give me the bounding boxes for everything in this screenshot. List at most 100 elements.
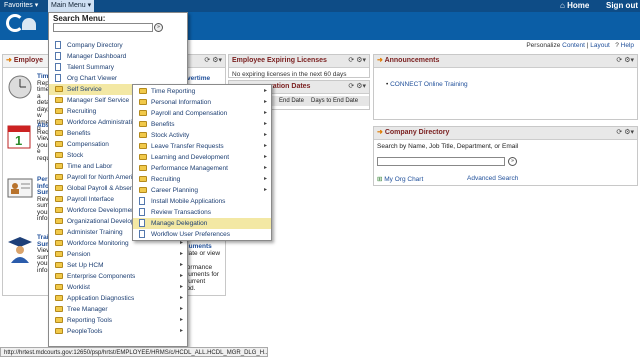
menu-search-input[interactable] (53, 23, 153, 32)
overtime-title[interactable]: vertime (187, 75, 210, 82)
menu-item-label: Set Up HCM (67, 262, 104, 269)
chevron-right-icon: ▸ (264, 99, 268, 105)
menu-item[interactable]: Career Planning ▸ (133, 185, 271, 196)
folder-icon (139, 143, 147, 149)
menu-item[interactable]: Performance Management ▸ (133, 163, 271, 174)
self-service-submenu: Time Reporting ▸ Personal Information ▸ Payr… (132, 84, 272, 241)
menu-item[interactable]: Worklist ▸ (49, 282, 187, 293)
menu-item[interactable]: PeopleTools ▸ (49, 326, 187, 337)
registration-table-header: End Date Days to End Date (269, 96, 369, 106)
chevron-right-icon: ▸ (264, 154, 268, 160)
menu-item[interactable]: Personal Information ▸ (133, 97, 271, 108)
documents-line: formance (185, 264, 213, 271)
employee-pagelet: ➜ Employe Time Repo time a detail day, w… (2, 54, 55, 296)
menu-item[interactable]: Set Up HCM ▸ (49, 260, 187, 271)
menu-item-label: Review Transactions (151, 209, 211, 216)
chevron-right-icon: ▸ (180, 306, 184, 312)
menu-item-label: Personal Information (151, 99, 211, 106)
sign-out-link[interactable]: Sign out (606, 1, 638, 10)
menu-item[interactable]: Recruiting ▸ (133, 174, 271, 185)
menu-item[interactable]: Application Diagnostics ▸ (49, 293, 187, 304)
menu-item[interactable]: Learning and Development ▸ (133, 152, 271, 163)
folder-icon (55, 317, 63, 323)
personalize-layout-link[interactable]: Layout (590, 42, 610, 49)
main-menu-label: Main Menu (51, 2, 86, 9)
advanced-search-link[interactable]: Advanced Search (467, 175, 518, 182)
document-icon (55, 41, 61, 49)
announcement-item[interactable]: • CONNECT Online Training (386, 81, 468, 88)
help-icon: ? (615, 42, 619, 49)
menu-item-label: Company Directory (67, 42, 123, 49)
menu-item[interactable]: Talent Summary (49, 62, 187, 73)
folder-icon (55, 207, 63, 213)
documents-line: iod. (185, 285, 196, 292)
menu-item[interactable]: Tree Manager ▸ (49, 304, 187, 315)
separator: | (586, 42, 589, 49)
menu-item[interactable]: Payroll and Compensation ▸ (133, 108, 271, 119)
pagelet-options-icon[interactable]: ⟳ ⚙▾ (616, 127, 634, 139)
folder-icon (139, 121, 147, 127)
home-link[interactable]: ⌂ Home (560, 1, 589, 10)
directory-search-button[interactable]: » (508, 157, 517, 166)
announcements-pagelet: ➜ Announcements ⟳ ⚙▾ • CONNECT Online Tr… (373, 54, 638, 120)
menu-item[interactable]: Benefits ▸ (133, 119, 271, 130)
documents-line: current (185, 278, 206, 285)
menu-item[interactable]: Install Mobile Applications (133, 196, 271, 207)
directory-title: Company Directory (384, 129, 450, 136)
document-icon (139, 197, 145, 205)
document-icon (55, 63, 61, 71)
favorites-label: Favorites (4, 2, 33, 9)
menu-item[interactable]: Manage Delegation (133, 218, 271, 229)
menu-item-label: Recruiting (67, 108, 97, 115)
folder-icon (55, 229, 63, 235)
menu-item-label: Workforce Monitoring (67, 240, 129, 247)
personalize-content-link[interactable]: Content (562, 42, 585, 49)
menu-search-button[interactable]: » (154, 23, 163, 32)
menu-item[interactable]: Stock Activity ▸ (133, 130, 271, 141)
help-link[interactable]: Help (621, 42, 634, 49)
pagelet-options-icon[interactable]: ⟳ ⚙▾ (616, 55, 634, 67)
menu-item[interactable]: Review Transactions (133, 207, 271, 218)
menu-item[interactable]: Leave Transfer Requests ▸ (133, 141, 271, 152)
folder-icon (55, 284, 63, 290)
document-icon (139, 230, 145, 238)
menu-item[interactable]: Reporting Tools ▸ (49, 315, 187, 326)
pagelet-options-icon[interactable]: ⟳ ⚙▾ (348, 81, 366, 93)
chevron-right-icon: ▸ (264, 132, 268, 138)
menu-item-label: Install Mobile Applications (151, 198, 226, 205)
menu-item[interactable]: Time Reporting ▸ (133, 86, 271, 97)
document-icon (139, 208, 145, 216)
menu-item[interactable]: Workflow User Preferences (133, 229, 271, 240)
folder-icon (139, 88, 147, 94)
folder-icon (139, 99, 147, 105)
graduate-icon (7, 235, 33, 263)
folder-icon (139, 176, 147, 182)
menu-item[interactable]: Org Chart Viewer (49, 73, 187, 84)
time-icon (7, 74, 33, 100)
licenses-pagelet-title: Employee Expiring Licenses (232, 57, 327, 64)
main-menu[interactable]: Main Menu ▾ (48, 0, 95, 12)
favorites-menu[interactable]: Favorites ▾ (4, 1, 38, 9)
menu-item[interactable]: Enterprise Components ▸ (49, 271, 187, 282)
pagelet-refresh-icon[interactable]: ⟳ ⚙▾ (204, 55, 222, 67)
pagelet-options-icon[interactable]: ⟳ ⚙▾ (348, 55, 366, 67)
folder-icon (55, 306, 63, 312)
my-org-chart-link[interactable]: ⊞ My Org Chart (377, 175, 423, 183)
menu-item-label: Stock Activity (151, 132, 190, 139)
menu-item-label: Time and Labor (67, 163, 113, 170)
directory-search-input[interactable] (377, 157, 505, 166)
folder-icon (55, 108, 63, 114)
personalize-label: Personalize (526, 42, 561, 49)
documents-line: cuments for (185, 271, 219, 278)
announcement-link[interactable]: CONNECT Online Training (390, 81, 468, 88)
menu-item-label: Stock (67, 152, 84, 159)
search-menu-title: Search Menu: (53, 14, 106, 23)
chevron-right-icon: ▸ (180, 251, 184, 257)
folder-icon (55, 141, 63, 147)
menu-item[interactable]: Manager Dashboard (49, 51, 187, 62)
id-card-icon (7, 177, 33, 199)
folder-icon (139, 132, 147, 138)
menu-item[interactable]: Company Directory (49, 40, 187, 51)
chevron-right-icon: ▸ (180, 317, 184, 323)
menu-item[interactable]: Pension ▸ (49, 249, 187, 260)
